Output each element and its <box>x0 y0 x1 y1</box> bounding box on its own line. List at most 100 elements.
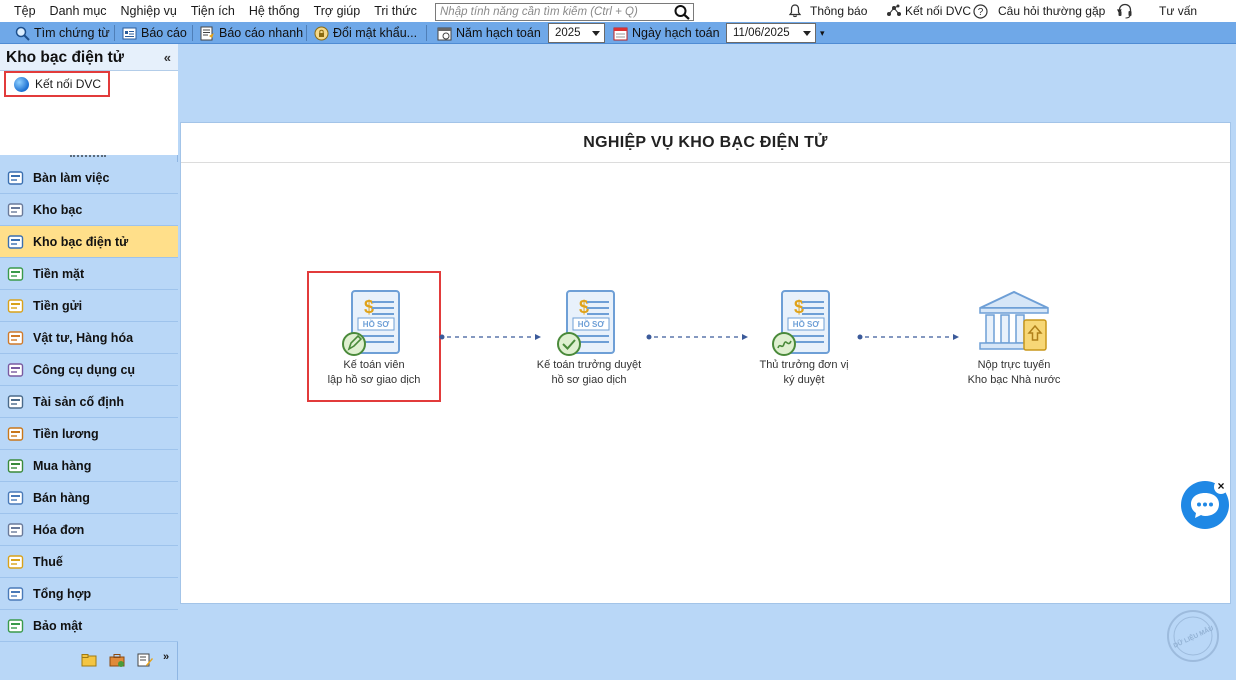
svg-text:HỒ SƠ: HỒ SƠ <box>793 319 820 329</box>
quick-report-icon <box>200 26 214 40</box>
chevron-down-icon: ▾ <box>820 27 825 38</box>
e-treasury-icon <box>7 235 24 249</box>
sidebar-item-label: Tài sản cố định <box>33 394 124 409</box>
more-options-icon[interactable]: » <box>163 651 169 663</box>
chat-close-icon[interactable]: × <box>1214 480 1228 494</box>
sidebar-item[interactable]: Hóa đơn <box>0 514 178 546</box>
document-check-icon: $ HỒ SƠ <box>557 290 615 356</box>
posting-date-label-group: Ngày hạch toán <box>613 22 720 44</box>
svg-text:HỒ SƠ: HỒ SƠ <box>578 319 605 329</box>
svg-text:HỒ SƠ: HỒ SƠ <box>363 319 390 329</box>
step-head-sign[interactable]: $ HỒ SƠ Thủ trưởng đơn vị ký duyệt <box>734 278 874 386</box>
feature-search[interactable] <box>435 3 694 21</box>
splitter-handle[interactable] <box>70 155 106 158</box>
sidebar-item-label: Tiền gửi <box>33 298 83 313</box>
magnifier-icon <box>15 26 30 41</box>
menu-operations[interactable]: Nghiệp vụ <box>114 4 184 18</box>
cart-icon <box>7 459 24 473</box>
search-icon[interactable] <box>673 4 691 20</box>
step-online-submit[interactable]: Nộp trực tuyến Kho bạc Nhà nước <box>944 278 1084 386</box>
step-accountant-create[interactable]: $ HỒ SƠ Kế toán viên lập hồ sơ giao dịch <box>304 278 444 386</box>
faq-button[interactable]: ? Câu hỏi thường gặp ▼ <box>973 0 1123 22</box>
find-voucher-button[interactable]: Tìm chứng từ <box>15 22 110 44</box>
briefcase-icon[interactable] <box>109 652 125 668</box>
edit-list-icon[interactable] <box>137 652 153 668</box>
goods-icon <box>7 331 24 345</box>
left-panel-header: Kho bạc điện tử « <box>0 44 178 71</box>
sidebar-item[interactable]: Mua hàng <box>0 450 178 482</box>
globe-icon <box>14 76 29 92</box>
sidebar-item-label: Bàn làm việc <box>33 170 110 185</box>
collapse-panel-icon[interactable]: « <box>164 50 171 65</box>
sidebar-item[interactable]: Bảo mật <box>0 610 178 642</box>
search-input[interactable] <box>436 4 666 20</box>
menu-utilities[interactable]: Tiện ích <box>184 4 242 18</box>
page-title: NGHIỆP VỤ KHO BẠC ĐIỆN TỬ <box>181 123 1230 163</box>
quick-report-button[interactable]: Báo cáo nhanh <box>200 22 303 44</box>
fiscal-year-label: Năm hạch toán <box>456 26 541 40</box>
treasury-submit-icon <box>979 290 1049 351</box>
connect-dvc-button[interactable]: Kết nối DVC <box>886 0 971 22</box>
sidebar-item[interactable]: Tiền lương <box>0 418 178 450</box>
sidebar-item-label: Kho bạc điện tử <box>33 234 129 249</box>
report-label: Báo cáo <box>141 26 187 40</box>
menu-help[interactable]: Trợ giúp <box>307 4 368 18</box>
sidebar-item[interactable]: Vật tư, Hàng hóa <box>0 322 178 354</box>
menu-catalog[interactable]: Danh mục <box>43 4 114 18</box>
shield-icon <box>7 619 24 633</box>
sidebar-item-label: Bán hàng <box>33 490 90 505</box>
step-label: Kế toán trưởng duyệt hồ sơ giao dịch <box>536 359 642 386</box>
sidebar-item[interactable]: Kho bạc điện tử <box>0 226 178 258</box>
change-password-button[interactable]: Đổi mật khẩu... <box>314 22 417 44</box>
sidebar-item-label: Công cụ dụng cụ <box>33 362 136 377</box>
summary-icon <box>7 587 24 601</box>
quick-report-label: Báo cáo nhanh <box>219 26 304 40</box>
fiscal-year-select[interactable]: 2025 <box>548 23 605 43</box>
chevron-down-icon <box>592 31 600 36</box>
feature-tree: Kết nối DVC <box>0 71 178 155</box>
question-icon: ? <box>973 3 988 19</box>
posting-date-picker[interactable]: 11/06/2025 <box>726 23 816 43</box>
sidebar-item[interactable]: Kho bạc <box>0 194 178 226</box>
document-sign-icon: $ HỒ SƠ <box>772 290 830 356</box>
menu-system[interactable]: Hệ thống <box>242 4 307 18</box>
sidebar-item[interactable]: Bán hàng <box>0 482 178 514</box>
posting-date-value: 11/06/2025 <box>733 27 790 39</box>
report-button[interactable]: Báo cáo <box>122 22 187 44</box>
bell-icon <box>788 4 802 18</box>
fiscal-year-value: 2025 <box>555 27 581 39</box>
menu-file[interactable]: Tệp <box>0 4 43 18</box>
sidebar-item[interactable]: Tài sản cố định <box>0 386 178 418</box>
salary-icon <box>7 427 24 441</box>
menu-knowledge[interactable]: Tri thức <box>367 4 424 18</box>
folder-icon[interactable] <box>81 652 97 668</box>
sample-data-stamp: DỮ LIỆU MẪU <box>1167 610 1219 662</box>
left-panel: Kho bạc điện tử « Kết nối DVC Bàn làm vi… <box>0 44 178 680</box>
sidebar-item-label: Tổng hợp <box>33 586 92 601</box>
step-chief-accountant-approve[interactable]: $ HỒ SƠ Kế toán trưởng duyệt hồ sơ giao … <box>519 278 659 386</box>
notification-button[interactable]: Thông báo <box>788 0 867 22</box>
sidebar-item[interactable]: Thuế <box>0 546 178 578</box>
faq-label: Câu hỏi thường gặp <box>998 4 1106 18</box>
sidebar-item[interactable]: Tổng hợp <box>0 578 178 610</box>
posting-date-label: Ngày hạch toán <box>632 26 720 40</box>
toolbar-divider <box>306 25 307 41</box>
toolbar-divider <box>192 25 193 41</box>
tree-item-label: Kết nối DVC <box>35 77 102 91</box>
svg-text:?: ? <box>978 7 984 18</box>
tax-icon <box>7 555 24 569</box>
calendar-icon <box>613 27 628 40</box>
left-panel-title: Kho bạc điện tử <box>6 49 125 66</box>
cash-icon <box>7 267 24 281</box>
step-label: Thủ trưởng đơn vị ký duyệt <box>759 359 849 386</box>
sidebar-item[interactable]: Tiền gửi <box>0 290 178 322</box>
sidebar-item[interactable]: Công cụ dụng cụ <box>0 354 178 386</box>
deposit-icon <box>7 299 24 313</box>
consult-button[interactable]: Tư vấn <box>1117 0 1197 22</box>
sidebar-item-label: Mua hàng <box>33 458 92 473</box>
tree-item-connect-dvc[interactable]: Kết nối DVC <box>4 71 110 97</box>
sidebar-item[interactable]: Bàn làm việc <box>0 162 178 194</box>
toolbar-overflow-button[interactable]: ▾ <box>820 22 825 44</box>
toolbar: Tìm chứng từ Báo cáo Báo cáo nhanh Đổi m… <box>0 22 1236 44</box>
sidebar-item[interactable]: Tiền mặt <box>0 258 178 290</box>
